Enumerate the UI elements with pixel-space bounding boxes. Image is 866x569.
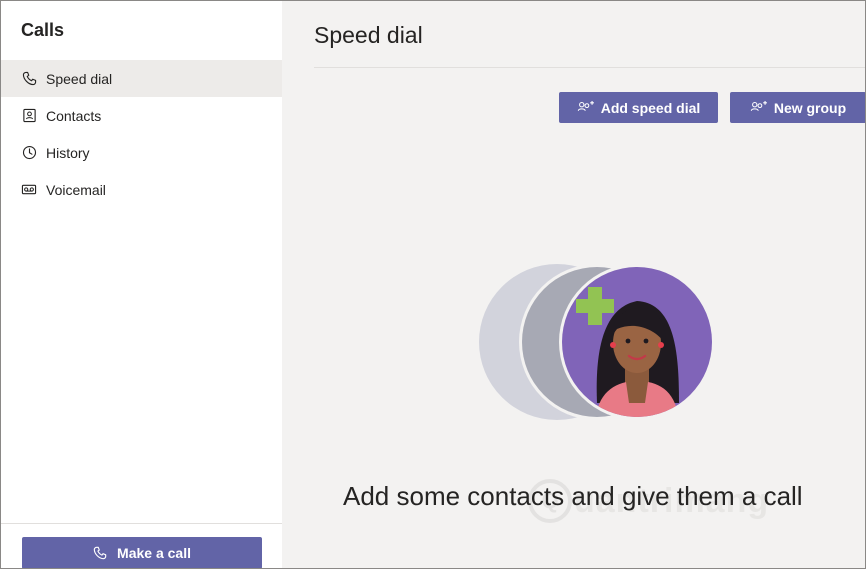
- page-title: Speed dial: [314, 22, 423, 48]
- sidebar-item-label: History: [46, 144, 90, 161]
- empty-state-illustration: [479, 264, 715, 420]
- main-content: Speed dial Add speed dial New group Q ua…: [282, 1, 865, 568]
- app-window: Calls Speed dial Contacts History Voicem…: [0, 0, 866, 569]
- phone-icon: [21, 71, 37, 87]
- add-speed-dial-button[interactable]: Add speed dial: [559, 92, 718, 123]
- new-group-button[interactable]: New group: [730, 92, 865, 123]
- sidebar-item-label: Contacts: [46, 107, 102, 124]
- sidebar-item-label: Voicemail: [46, 181, 106, 198]
- add-speed-dial-label: Add speed dial: [600, 99, 701, 116]
- make-a-call-label: Make a call: [117, 545, 191, 561]
- voicemail-icon: [21, 182, 37, 198]
- sidebar: Calls Speed dial Contacts History Voicem…: [1, 1, 282, 568]
- sidebar-nav: Speed dial Contacts History Voicemail: [1, 60, 282, 208]
- phone-icon: [93, 546, 107, 560]
- sidebar-title: Calls: [21, 20, 65, 40]
- empty-state-message: Add some contacts and give them a call: [343, 481, 803, 511]
- sidebar-divider: [1, 523, 282, 524]
- sidebar-item-voicemail[interactable]: Voicemail: [1, 171, 282, 208]
- make-a-call-button[interactable]: Make a call: [22, 537, 262, 568]
- header-divider: [314, 67, 865, 68]
- contact-card-icon: [21, 108, 37, 124]
- sidebar-item-label: Speed dial: [46, 70, 113, 87]
- clock-icon: [21, 145, 37, 161]
- sidebar-item-speed-dial[interactable]: Speed dial: [1, 60, 282, 97]
- new-group-label: New group: [773, 99, 847, 116]
- add-person-icon: [577, 100, 594, 111]
- add-group-icon: [750, 100, 767, 111]
- sidebar-item-history[interactable]: History: [1, 134, 282, 171]
- sidebar-item-contacts[interactable]: Contacts: [1, 97, 282, 134]
